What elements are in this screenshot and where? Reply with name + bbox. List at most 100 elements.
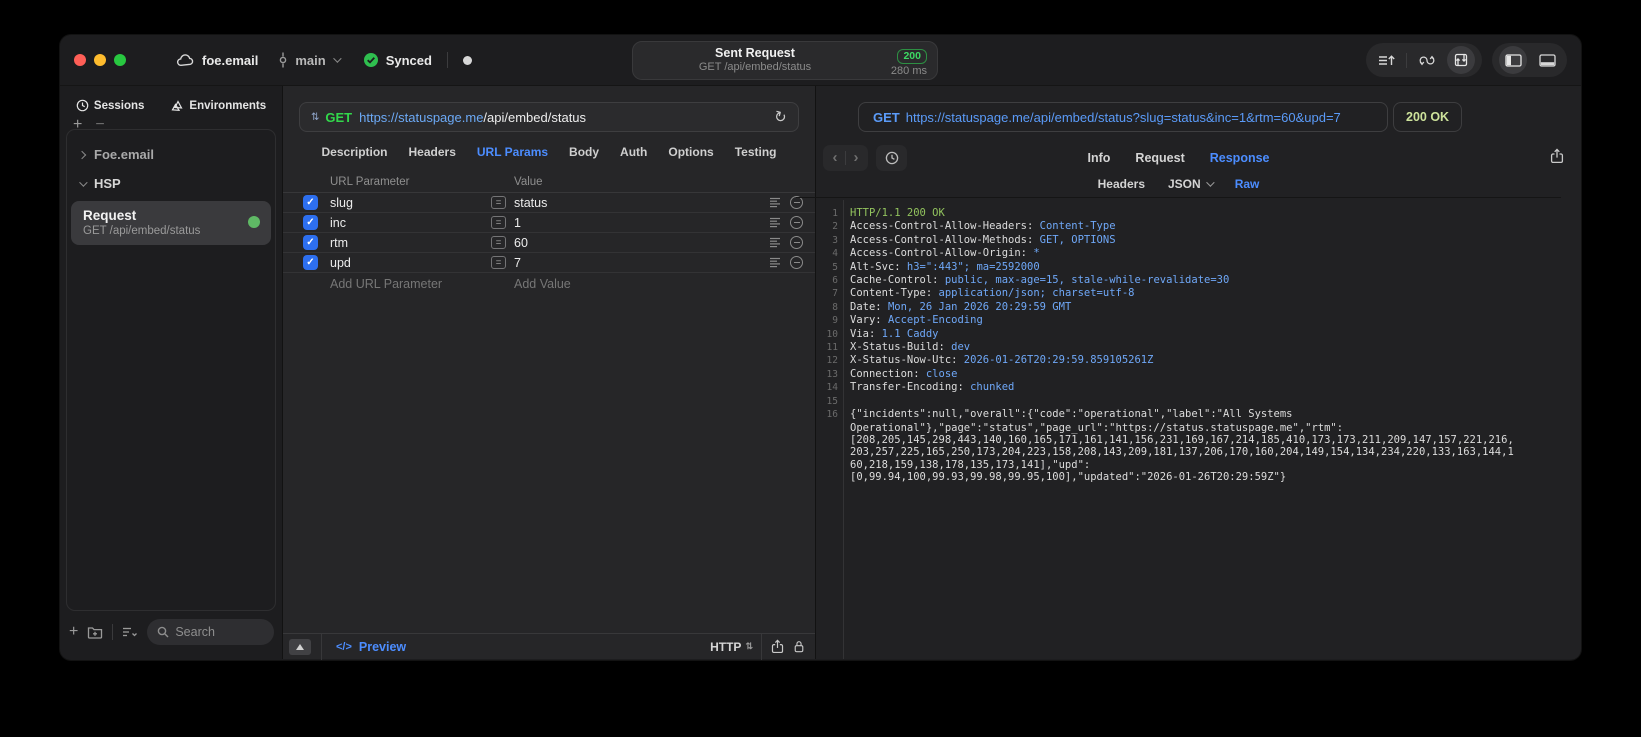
sync-check-icon bbox=[363, 52, 379, 68]
method-switcher-icon[interactable]: ⇅ bbox=[311, 112, 319, 123]
titlebar: foe.email main Synced Sent Request GET /… bbox=[60, 35, 1581, 86]
subtab-json[interactable]: JSON bbox=[1168, 177, 1215, 191]
preview-button[interactable]: </> Preview bbox=[336, 640, 406, 654]
tab-testing[interactable]: Testing bbox=[735, 145, 777, 159]
param-value-input[interactable]: 7 bbox=[514, 256, 769, 270]
response-line: [0,99.94,100,99.93,99.98,99.95,100],"upd… bbox=[850, 471, 1287, 484]
tab-request[interactable]: Request bbox=[1135, 151, 1184, 165]
lock-icon[interactable] bbox=[793, 639, 805, 654]
param-name-input[interactable]: inc bbox=[330, 216, 491, 230]
share-icon[interactable] bbox=[771, 639, 784, 654]
sent-request-pill[interactable]: Sent Request GET /api/embed/status 200 2… bbox=[632, 41, 938, 80]
history-button[interactable] bbox=[876, 144, 907, 171]
tab-sessions[interactable]: Sessions bbox=[76, 99, 144, 112]
subtab-json-label: JSON bbox=[1168, 177, 1201, 191]
request-success-dot bbox=[248, 216, 260, 228]
remove-param-icon[interactable] bbox=[790, 256, 803, 269]
request-item-subtitle: GET /api/embed/status bbox=[83, 225, 201, 237]
tab-info[interactable]: Info bbox=[1088, 151, 1111, 165]
tab-environments[interactable]: Environments bbox=[170, 99, 266, 112]
subtab-headers[interactable]: Headers bbox=[1098, 177, 1145, 191]
tab-description[interactable]: Description bbox=[322, 145, 388, 159]
response-line: 11 X-Status-Build: dev bbox=[826, 341, 971, 354]
back-button[interactable]: ‹ bbox=[825, 149, 845, 166]
unsaved-indicator-dot bbox=[462, 55, 472, 65]
response-line: 4 Access-Control-Allow-Origin: * bbox=[832, 247, 1040, 260]
request-list-button[interactable] bbox=[1373, 47, 1399, 73]
response-line: 8 Date: Mon, 26 Jan 2026 20:29:59 GMT bbox=[832, 300, 1072, 313]
param-name-input[interactable]: rtm bbox=[330, 236, 491, 250]
add-value-field[interactable]: Add Value bbox=[514, 277, 815, 291]
sync-loop-button[interactable] bbox=[1414, 47, 1440, 73]
text-options-icon[interactable] bbox=[769, 217, 781, 228]
remove-param-icon[interactable] bbox=[790, 236, 803, 249]
search-icon bbox=[157, 626, 169, 638]
remove-param-icon[interactable] bbox=[790, 216, 803, 229]
tab-auth[interactable]: Auth bbox=[620, 145, 647, 159]
close-window-button[interactable] bbox=[74, 54, 86, 66]
response-status-badge: 200 OK bbox=[1393, 102, 1463, 132]
param-enabled-checkbox[interactable]: ✓ bbox=[303, 235, 318, 250]
add-url-parameter-field[interactable]: Add URL Parameter bbox=[330, 277, 491, 291]
param-name-input[interactable]: upd bbox=[330, 256, 491, 270]
tab-url-params[interactable]: URL Params bbox=[477, 145, 548, 159]
tab-environments-label: Environments bbox=[189, 99, 267, 112]
add-session-button[interactable]: + bbox=[73, 116, 82, 134]
param-name-input[interactable]: slug bbox=[330, 196, 491, 210]
request-url-bar[interactable]: ⇅ GET https://statuspage.me/api/embed/st… bbox=[299, 102, 799, 132]
text-options-icon[interactable] bbox=[769, 257, 781, 268]
tab-options[interactable]: Options bbox=[668, 145, 713, 159]
import-export-button[interactable] bbox=[1447, 46, 1475, 74]
param-enabled-checkbox[interactable]: ✓ bbox=[303, 215, 318, 230]
expand-console-button[interactable] bbox=[289, 638, 311, 655]
toggle-bottom-panel-button[interactable] bbox=[1534, 47, 1560, 73]
toggle-left-panel-button[interactable] bbox=[1499, 46, 1527, 74]
param-value-input[interactable]: 60 bbox=[514, 236, 769, 250]
search-placeholder: Search bbox=[175, 625, 215, 639]
response-line: 7 Content-Type: application/json; charset… bbox=[832, 287, 1135, 300]
sidebar-search-input[interactable]: Search bbox=[147, 619, 274, 645]
response-line: 2 Access-Control-Allow-Headers: Content-T… bbox=[832, 220, 1116, 233]
subtab-raw[interactable]: Raw bbox=[1235, 177, 1260, 191]
branch-name[interactable]: main bbox=[295, 53, 325, 68]
add-request-button[interactable]: + bbox=[69, 623, 78, 641]
param-enabled-checkbox[interactable]: ✓ bbox=[303, 255, 318, 270]
text-options-icon[interactable] bbox=[769, 237, 781, 248]
export-response-icon[interactable] bbox=[1550, 148, 1564, 164]
response-body[interactable]: 1 HTTP/1.1 200 OK 2 Access-Control-Allow-He… bbox=[816, 200, 1581, 659]
param-value-input[interactable]: 1 bbox=[514, 216, 769, 230]
text-options-icon[interactable] bbox=[769, 197, 781, 208]
forward-button[interactable]: › bbox=[846, 149, 866, 166]
response-line: 15 bbox=[826, 395, 838, 407]
tab-headers[interactable]: Headers bbox=[409, 145, 456, 159]
minimize-window-button[interactable] bbox=[94, 54, 106, 66]
tab-body[interactable]: Body bbox=[569, 145, 599, 159]
request-method[interactable]: GET bbox=[325, 110, 352, 125]
code-icon: </> bbox=[336, 640, 352, 653]
sort-filter-icon[interactable] bbox=[122, 626, 138, 638]
resend-request-icon[interactable]: ↻ bbox=[772, 107, 789, 128]
protocol-selector[interactable]: HTTP ⇅ bbox=[710, 640, 753, 654]
new-folder-icon[interactable] bbox=[87, 625, 103, 639]
request-list-item-selected[interactable]: Request GET /api/embed/status bbox=[71, 201, 271, 245]
protocol-updown-icon: ⇅ bbox=[745, 641, 752, 651]
response-url-bar[interactable]: GET https://statuspage.me/api/embed/stat… bbox=[858, 102, 1388, 132]
response-viewer-panel: GET https://statuspage.me/api/embed/stat… bbox=[796, 86, 1581, 659]
toolbar-group-panels bbox=[1492, 43, 1567, 77]
project-name[interactable]: foe.email bbox=[202, 53, 258, 68]
environments-icon bbox=[170, 99, 184, 112]
param-value-input[interactable]: status bbox=[514, 196, 769, 210]
branch-chevron-down-icon[interactable] bbox=[332, 54, 342, 63]
remove-session-button[interactable]: − bbox=[95, 116, 104, 134]
tree-group-label: HSP bbox=[94, 176, 121, 191]
zoom-window-button[interactable] bbox=[114, 54, 126, 66]
tab-response[interactable]: Response bbox=[1210, 151, 1270, 165]
tree-group-hsp[interactable]: HSP bbox=[67, 169, 275, 198]
param-enabled-checkbox[interactable]: ✓ bbox=[303, 195, 318, 210]
tree-group-foe-email[interactable]: Foe.email bbox=[67, 140, 275, 169]
response-line: 10 Via: 1.1 Caddy bbox=[826, 327, 939, 340]
response-line: 5 Alt-Svc: h3=":443"; ma=2592000 bbox=[832, 260, 1040, 273]
response-line: 13 Connection: close bbox=[826, 367, 958, 380]
sync-status-label[interactable]: Synced bbox=[386, 53, 432, 68]
response-tabs: Info Request Response bbox=[1088, 151, 1270, 165]
